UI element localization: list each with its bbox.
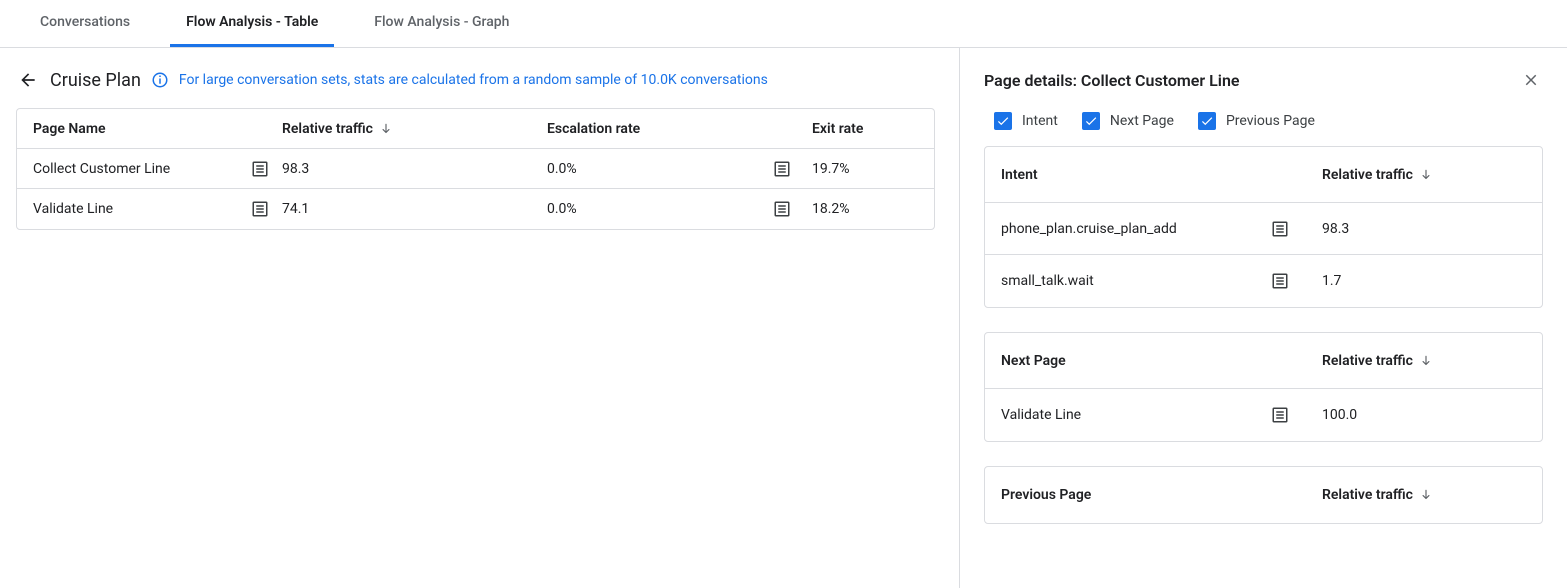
next-page-card-header: Next Page Relative traffic — [985, 333, 1542, 389]
intent-traffic: 1.7 — [1322, 273, 1341, 289]
list-details-icon[interactable] — [1270, 219, 1290, 239]
intent-row[interactable]: small_talk.wait 1.7 — [985, 255, 1542, 307]
checkbox-previous-page[interactable] — [1198, 112, 1216, 130]
details-title: Page details: Collect Customer Line — [984, 71, 1240, 90]
details-header: Page details: Collect Customer Line — [984, 68, 1543, 92]
sort-desc-icon — [1419, 488, 1433, 502]
list-details-icon[interactable] — [250, 199, 270, 219]
cell-traffic: 98.3 — [282, 161, 309, 177]
tab-conversations[interactable]: Conversations — [24, 0, 146, 47]
intent-traffic: 98.3 — [1322, 221, 1349, 237]
info-icon — [151, 71, 169, 89]
cell-exit: 19.7% — [812, 161, 850, 177]
details-panel: Page details: Collect Customer Line Inte… — [959, 48, 1567, 588]
table-header-row: Page Name Relative traffic Escalation ra… — [17, 109, 934, 149]
main-panel: Cruise Plan For large conversation sets,… — [0, 48, 959, 230]
sort-desc-icon — [1419, 168, 1433, 182]
sample-info-text: For large conversation sets, stats are c… — [179, 72, 768, 88]
content-area: Cruise Plan For large conversation sets,… — [0, 48, 1567, 588]
cell-page-name: Collect Customer Line — [33, 161, 170, 177]
list-details-icon[interactable] — [772, 159, 792, 179]
checkbox-intent-label: Intent — [1022, 113, 1058, 129]
checkbox-next-page[interactable] — [1082, 112, 1100, 130]
table-row[interactable]: Validate Line 74.1 0.0% 18.2% — [17, 189, 934, 229]
tabs-bar: Conversations Flow Analysis - Table Flow… — [0, 0, 1567, 48]
intent-name: phone_plan.cruise_plan_add — [1001, 221, 1177, 237]
sort-desc-icon — [379, 122, 393, 136]
sort-desc-icon — [1419, 354, 1433, 368]
previous-page-card: Previous Page Relative traffic — [984, 466, 1543, 524]
breadcrumb-title: Cruise Plan — [50, 70, 141, 91]
checkbox-intent[interactable] — [994, 112, 1012, 130]
cell-exit: 18.2% — [812, 201, 850, 217]
cell-page-name: Validate Line — [33, 201, 113, 217]
intent-card-header: Intent Relative traffic — [985, 147, 1542, 203]
intent-card: Intent Relative traffic phone_plan.cruis… — [984, 146, 1543, 308]
cell-escalation: 0.0% — [547, 201, 577, 217]
next-page-name: Validate Line — [1001, 407, 1081, 423]
col-header-relative-traffic[interactable]: Relative traffic — [282, 121, 547, 137]
col-header-exit-rate-label: Exit rate — [812, 121, 863, 137]
col-header-page-name[interactable]: Page Name — [17, 121, 282, 137]
list-details-icon[interactable] — [250, 159, 270, 179]
close-icon[interactable] — [1519, 68, 1543, 92]
next-page-traffic: 100.0 — [1322, 407, 1357, 423]
relative-traffic-header[interactable]: Relative traffic — [1322, 353, 1413, 369]
list-details-icon[interactable] — [1270, 405, 1290, 425]
col-header-escalation-rate[interactable]: Escalation rate — [547, 121, 812, 137]
relative-traffic-header[interactable]: Relative traffic — [1322, 487, 1413, 503]
previous-page-card-header: Previous Page Relative traffic — [985, 467, 1542, 523]
next-page-row[interactable]: Validate Line 100.0 — [985, 389, 1542, 441]
list-details-icon[interactable] — [772, 199, 792, 219]
table-row[interactable]: Collect Customer Line 98.3 0.0% 19.7% — [17, 149, 934, 189]
intent-row[interactable]: phone_plan.cruise_plan_add 98.3 — [985, 203, 1542, 255]
pages-table: Page Name Relative traffic Escalation ra… — [16, 108, 935, 230]
cell-traffic: 74.1 — [282, 201, 309, 217]
next-page-card: Next Page Relative traffic Validate Line… — [984, 332, 1543, 442]
col-header-exit-rate[interactable]: Exit rate — [812, 121, 934, 137]
list-details-icon[interactable] — [1270, 271, 1290, 291]
tab-flow-analysis-graph[interactable]: Flow Analysis - Graph — [358, 0, 525, 47]
col-header-page-name-label: Page Name — [33, 121, 106, 137]
tab-flow-analysis-table[interactable]: Flow Analysis - Table — [170, 0, 334, 47]
col-header-escalation-rate-label: Escalation rate — [547, 121, 640, 137]
breadcrumb: Cruise Plan For large conversation sets,… — [16, 68, 935, 92]
checkbox-previous-page-label: Previous Page — [1226, 113, 1315, 129]
col-header-relative-traffic-label: Relative traffic — [282, 121, 373, 137]
back-arrow-icon[interactable] — [16, 68, 40, 92]
previous-page-header-label: Previous Page — [1001, 487, 1091, 503]
checkbox-next-page-label: Next Page — [1110, 113, 1174, 129]
relative-traffic-header[interactable]: Relative traffic — [1322, 167, 1413, 183]
cell-escalation: 0.0% — [547, 161, 577, 177]
intent-name: small_talk.wait — [1001, 273, 1094, 289]
next-page-header-label: Next Page — [1001, 353, 1066, 369]
filter-checkboxes: Intent Next Page Previous Page — [984, 112, 1543, 130]
intent-header-label: Intent — [1001, 167, 1038, 183]
